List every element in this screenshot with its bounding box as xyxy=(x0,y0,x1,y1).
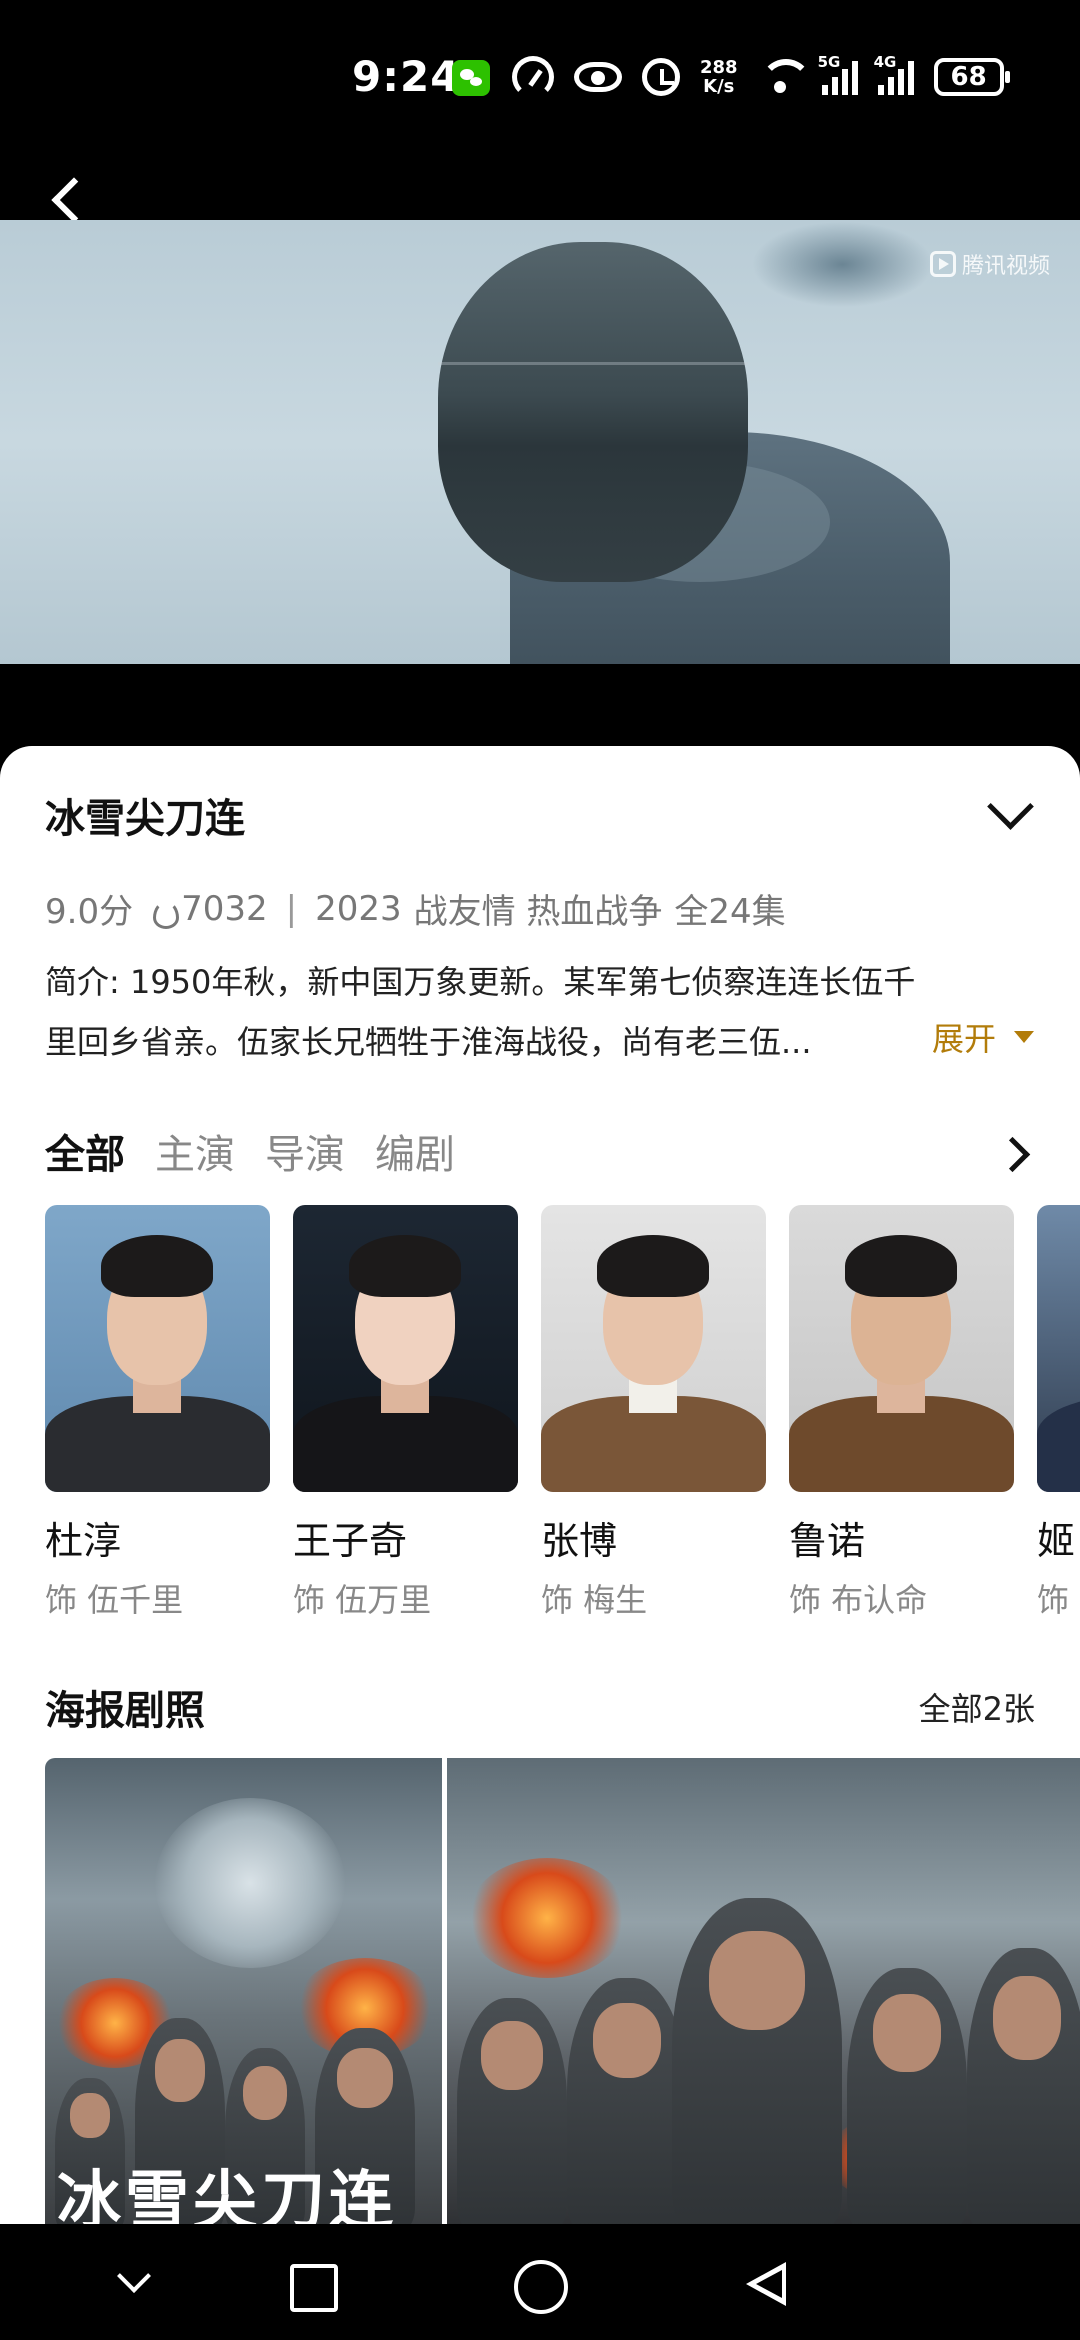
network-speed: 288 K/s xyxy=(700,58,738,96)
show-tags: 战友情 热血战争 xyxy=(413,892,663,932)
posters-view-all-link[interactable]: 全部2张 xyxy=(919,1684,1035,1730)
tab-director[interactable]: 导演 xyxy=(265,1122,345,1180)
show-title: 冰雪尖刀连 xyxy=(45,796,245,842)
cast-role: 饰 xyxy=(1037,1581,1070,1619)
show-meta: 9.0分 7032 | 2023 战友情 热血战争 全24集 xyxy=(45,884,786,933)
eye-icon xyxy=(574,62,622,92)
poster-list: 冰雪尖刀连 xyxy=(45,1758,1080,2224)
expand-button[interactable]: 展开 xyxy=(928,1014,1035,1060)
video-watermark: 腾讯视频 xyxy=(929,248,1050,280)
cast-role: 饰 布认命 xyxy=(789,1581,928,1619)
alarm-icon xyxy=(642,58,680,96)
show-year: 2023 xyxy=(315,888,402,929)
cast-photo xyxy=(45,1205,270,1492)
cast-name: 鲁诺 xyxy=(789,1519,866,1563)
poster-image[interactable]: 冰雪尖刀连 xyxy=(45,1758,442,2224)
cast-role: 饰 伍千里 xyxy=(45,1581,184,1619)
cast-card[interactable]: 杜淳 饰 伍千里 xyxy=(45,1205,270,1621)
home-icon[interactable] xyxy=(514,2260,568,2314)
status-icons: 288 K/s 5G 4G 68 xyxy=(512,52,1010,102)
signal-icon: 5G xyxy=(818,53,858,95)
network-speed-value: 288 xyxy=(700,57,738,78)
cast-card[interactable]: 王子奇 饰 伍万里 xyxy=(293,1205,518,1621)
cast-name: 王子奇 xyxy=(293,1519,408,1563)
show-intro: 简介: 1950年秋，新中国万象更新。某军第七侦察连连长伍千 里回乡省亲。伍家长… xyxy=(45,952,1045,1072)
poster-title-text: 冰雪尖刀连 xyxy=(57,2165,397,2224)
cast-role: 饰 伍万里 xyxy=(293,1581,432,1619)
wifi-icon xyxy=(758,59,812,95)
caret-down-icon xyxy=(1014,1031,1035,1043)
flame-icon xyxy=(151,893,180,929)
system-nav-bar xyxy=(0,2224,1080,2340)
chevron-down-icon[interactable] xyxy=(980,786,1040,836)
cast-card[interactable]: 张博 饰 梅生 xyxy=(541,1205,766,1621)
video-player[interactable]: 腾讯视频 xyxy=(0,220,1080,664)
signal-label-4g: 4G xyxy=(873,53,897,71)
chevron-right-icon[interactable] xyxy=(996,1134,1036,1174)
poster-image[interactable] xyxy=(447,1758,1080,2224)
cast-photo xyxy=(789,1205,1014,1492)
cast-name: 张博 xyxy=(541,1519,618,1563)
intro-line: 简介: 1950年秋，新中国万象更新。某军第七侦察连连长伍千 xyxy=(45,963,916,1001)
hide-nav-icon[interactable] xyxy=(110,2260,160,2310)
tab-starring[interactable]: 主演 xyxy=(155,1122,235,1180)
status-bar: 9:24 288 K/s 5G 4G 68 xyxy=(0,0,1080,160)
posters-section-title: 海报剧照 xyxy=(45,1688,205,1734)
cast-photo xyxy=(293,1205,518,1492)
watermark-text: 腾讯视频 xyxy=(961,254,1050,279)
poster-lion-graphic xyxy=(155,1798,345,1968)
tencent-video-logo-icon xyxy=(929,251,956,277)
detail-sheet: 冰雪尖刀连 9.0分 7032 | 2023 战友情 热血战争 全24集 简介:… xyxy=(0,746,1080,2224)
expand-label: 展开 xyxy=(932,1020,997,1058)
tab-writer[interactable]: 编剧 xyxy=(375,1122,455,1180)
cast-card[interactable]: 鲁诺 饰 布认命 xyxy=(789,1205,1014,1621)
cast-photo xyxy=(1037,1205,1080,1492)
show-episodes: 全24集 xyxy=(674,892,786,932)
cast-tabs: 全部 主演 导演 编剧 xyxy=(45,1122,455,1180)
wechat-icon xyxy=(452,60,490,96)
battery-icon: 68 xyxy=(933,58,1010,96)
network-speed-unit: K/s xyxy=(703,76,735,97)
meta-separator: | xyxy=(285,888,298,929)
status-time: 9:24 xyxy=(352,52,461,101)
speedometer-icon xyxy=(512,56,554,98)
show-score: 9.0分 xyxy=(45,892,134,932)
cast-role: 饰 梅生 xyxy=(541,1581,648,1619)
signal-icon: 4G xyxy=(874,53,914,95)
signal-label-5g: 5G xyxy=(817,53,841,71)
video-frame-figure-head xyxy=(438,242,748,582)
intro-line: 里回乡省亲。伍家长兄牺牲于淮海战役，尚有老三伍... xyxy=(45,1023,812,1061)
back-triangle-icon[interactable] xyxy=(744,2260,794,2310)
recent-apps-icon[interactable] xyxy=(286,2260,338,2312)
show-heat: 7032 xyxy=(181,888,268,929)
cast-card[interactable]: 姬 饰 xyxy=(1037,1205,1080,1621)
cast-list: 杜淳 饰 伍千里 王子奇 饰 伍万里 张博 饰 梅生 鲁诺 饰 布认命 姬 饰 xyxy=(45,1205,1080,1621)
cast-name: 杜淳 xyxy=(45,1519,122,1563)
cast-photo xyxy=(541,1205,766,1492)
cast-name: 姬 xyxy=(1037,1519,1076,1563)
tab-all[interactable]: 全部 xyxy=(45,1122,125,1180)
